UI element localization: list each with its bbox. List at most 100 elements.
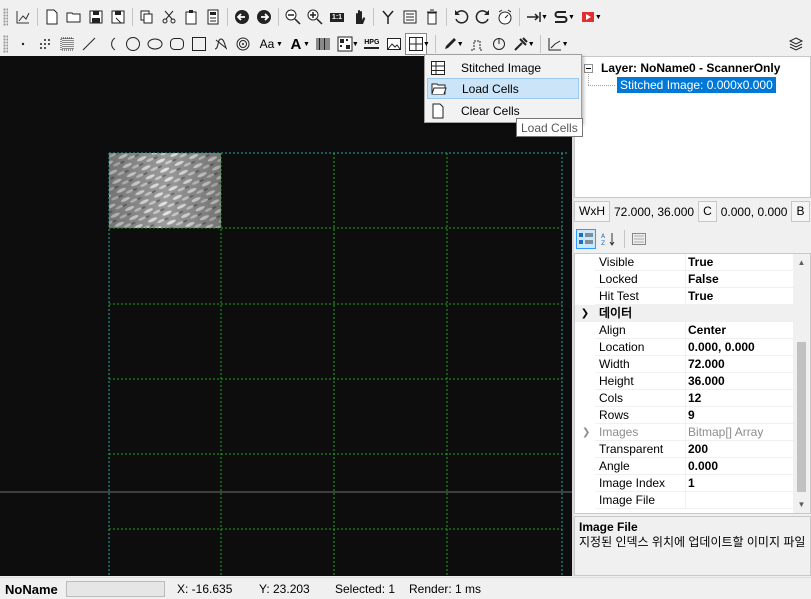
- arc-icon[interactable]: [100, 33, 122, 55]
- zoom-in-icon[interactable]: [304, 6, 326, 28]
- rotary-icon[interactable]: [488, 33, 510, 55]
- grid-cells-menu: Stitched Image Load Cells Clear Cells: [424, 54, 582, 123]
- chevron-down-icon[interactable]: ▼: [541, 14, 548, 21]
- property-grid[interactable]: Visible True Locked False Hit Test True ❯ 데이…: [574, 253, 811, 514]
- drawing-canvas[interactable]: [0, 56, 572, 576]
- paste-icon[interactable]: [180, 6, 202, 28]
- zoom-1to1-icon[interactable]: 1:1: [326, 6, 348, 28]
- prop-value[interactable]: 200: [686, 441, 794, 458]
- zoom-out-icon[interactable]: [282, 6, 304, 28]
- prop-row-location[interactable]: Location 0.000, 0.000: [575, 339, 794, 356]
- chevron-right-icon[interactable]: ❯: [582, 427, 590, 438]
- property-scrollbar[interactable]: ▲ ▼: [793, 254, 810, 513]
- prop-row-locked[interactable]: Locked False: [575, 271, 794, 288]
- list-icon[interactable]: [399, 6, 421, 28]
- prop-value[interactable]: 12: [686, 390, 794, 407]
- point-icon[interactable]: [12, 33, 34, 55]
- prop-row-width[interactable]: Width 72.000: [575, 356, 794, 373]
- prop-row-align[interactable]: Align Center: [575, 322, 794, 339]
- toolbar-grip[interactable]: [3, 8, 8, 26]
- prop-value[interactable]: 36.000: [686, 373, 794, 390]
- trash-icon[interactable]: [421, 6, 443, 28]
- prop-value[interactable]: 0.000: [686, 458, 794, 475]
- chevron-down-icon[interactable]: ▼: [528, 41, 535, 48]
- toolbar-separator: [373, 8, 374, 26]
- prop-category-data[interactable]: ❯ 데이터: [575, 305, 794, 322]
- chevron-down-icon[interactable]: ▼: [457, 41, 464, 48]
- open-folder-icon[interactable]: [63, 6, 85, 28]
- rectangle-icon[interactable]: [188, 33, 210, 55]
- timer-icon[interactable]: [494, 6, 516, 28]
- hpgl-icon[interactable]: HPG: [361, 33, 383, 55]
- chevron-down-icon[interactable]: ❯: [575, 305, 595, 322]
- save-as-icon[interactable]: [107, 6, 129, 28]
- property-pages-icon[interactable]: [629, 229, 649, 249]
- prop-row-image-file[interactable]: Image File: [575, 492, 794, 509]
- menu-item-stitched-image[interactable]: Stitched Image: [427, 57, 579, 78]
- prop-row-images[interactable]: ❯ Images Bitmap[] Array: [575, 424, 794, 441]
- rotate-cw-icon[interactable]: [472, 6, 494, 28]
- prop-value[interactable]: True: [686, 288, 794, 305]
- prop-value[interactable]: Center: [686, 322, 794, 339]
- chevron-down-icon[interactable]: ▼: [303, 41, 310, 48]
- line-icon[interactable]: [78, 33, 100, 55]
- chevron-down-icon[interactable]: ▼: [276, 41, 283, 48]
- spiral-icon[interactable]: [232, 33, 254, 55]
- prop-value[interactable]: 72.000: [686, 356, 794, 373]
- prop-row-image-index[interactable]: Image Index 1: [575, 475, 794, 492]
- tree-node-layer[interactable]: Layer: NoName0 - ScannerOnly: [601, 61, 780, 75]
- layers-icon[interactable]: [785, 33, 807, 55]
- prop-row-height[interactable]: Height 36.000: [575, 373, 794, 390]
- rounded-rect-icon[interactable]: [166, 33, 188, 55]
- svg-text:Z: Z: [601, 240, 605, 247]
- pan-hand-icon[interactable]: [348, 6, 370, 28]
- prop-value: Bitmap[] Array: [686, 424, 794, 441]
- layer-tree[interactable]: Layer: NoName0 - ScannerOnly Stitched Im…: [574, 56, 811, 198]
- chart-axis-icon[interactable]: [12, 6, 34, 28]
- tree-node-stitched-image[interactable]: Stitched Image: 0.000x0.000: [617, 77, 776, 93]
- prop-row-rows[interactable]: Rows 9: [575, 407, 794, 424]
- chevron-down-icon[interactable]: ▼: [562, 41, 569, 48]
- chevron-down-icon[interactable]: ▼: [568, 14, 575, 21]
- dot-matrix-icon[interactable]: [34, 33, 56, 55]
- image-icon[interactable]: [383, 33, 405, 55]
- circle-icon[interactable]: [122, 33, 144, 55]
- scroll-down-icon[interactable]: ▼: [793, 496, 810, 513]
- chevron-down-icon[interactable]: ▼: [423, 41, 430, 48]
- categorized-icon[interactable]: [576, 229, 596, 249]
- calculator-icon[interactable]: [202, 6, 224, 28]
- prop-value[interactable]: 0.000, 0.000: [686, 339, 794, 356]
- prop-value[interactable]: 1: [686, 475, 794, 492]
- toolbar-grip[interactable]: [3, 35, 8, 53]
- prop-name: Angle: [595, 458, 686, 475]
- jump-icon[interactable]: [466, 33, 488, 55]
- curve-icon[interactable]: [210, 33, 232, 55]
- hatch-icon[interactable]: [56, 33, 78, 55]
- save-icon[interactable]: [85, 6, 107, 28]
- prop-row-visible[interactable]: Visible True: [575, 254, 794, 271]
- prop-row-cols[interactable]: Cols 12: [575, 390, 794, 407]
- prop-value[interactable]: True: [686, 254, 794, 271]
- undo-arrow-icon[interactable]: [231, 6, 253, 28]
- menu-item-load-cells[interactable]: Load Cells: [427, 78, 579, 99]
- prop-value[interactable]: False: [686, 271, 794, 288]
- prop-row-transparent[interactable]: Transparent 200: [575, 441, 794, 458]
- prop-row-angle[interactable]: Angle 0.000: [575, 458, 794, 475]
- scroll-thumb[interactable]: [797, 342, 806, 492]
- cut-icon[interactable]: [158, 6, 180, 28]
- ellipse-icon[interactable]: [144, 33, 166, 55]
- fork-icon[interactable]: [377, 6, 399, 28]
- barcode-icon[interactable]: [312, 33, 334, 55]
- prop-value[interactable]: 9: [686, 407, 794, 424]
- collapse-toggle[interactable]: [584, 64, 593, 73]
- prop-value[interactable]: [686, 492, 794, 509]
- redo-arrow-icon[interactable]: [253, 6, 275, 28]
- prop-row-hit-test[interactable]: Hit Test True: [575, 288, 794, 305]
- scroll-up-icon[interactable]: ▲: [793, 254, 810, 271]
- alphabetical-sort-icon[interactable]: AZ: [598, 229, 618, 249]
- chevron-down-icon[interactable]: ▼: [595, 14, 602, 21]
- new-file-icon[interactable]: [41, 6, 63, 28]
- copy-icon[interactable]: [136, 6, 158, 28]
- rotate-ccw-icon[interactable]: [450, 6, 472, 28]
- chevron-down-icon[interactable]: ▼: [352, 41, 359, 48]
